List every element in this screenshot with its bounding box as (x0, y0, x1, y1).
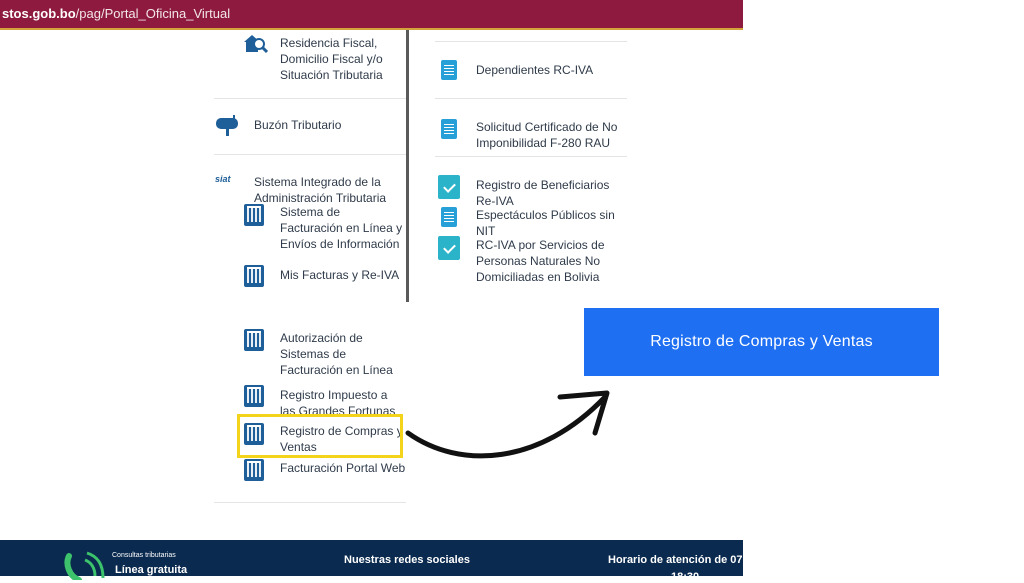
menu-item-espectaculos-publicos[interactable]: Espectáculos Públicos sin NIT (476, 207, 616, 239)
document-icon (244, 459, 264, 481)
menu-item-facturacion-en-linea[interactable]: Sistema de Facturación en Línea y Envíos… (280, 204, 405, 252)
menu-item-dependientes-rc-iva[interactable]: Dependientes RC-IVA (476, 62, 593, 78)
divider (435, 156, 627, 157)
url-text[interactable]: stos.gob.bo/pag/Portal_Oficina_Virtual (2, 6, 230, 21)
document-icon (244, 265, 264, 287)
document-icon (244, 329, 264, 351)
divider (435, 98, 627, 99)
checklist-icon (438, 236, 460, 260)
house-search-icon (244, 35, 268, 54)
divider (214, 98, 406, 99)
document-icon (244, 385, 264, 407)
menu-item-rc-iva-servicios[interactable]: RC-IVA por Servicios de Personas Natural… (476, 237, 626, 285)
menu-item-buzon-tributario[interactable]: Buzón Tributario (254, 117, 341, 133)
menu-item-autorizacion-sistemas[interactable]: Autorización de Sistemas de Facturación … (280, 330, 408, 378)
horario-time: 18:30 (671, 571, 700, 583)
curved-arrow-icon (405, 390, 610, 459)
divider (214, 502, 406, 503)
browser-address-bar[interactable]: stos.gob.bo/pag/Portal_Oficina_Virtual (0, 0, 743, 30)
horario-label: Horario de atención de 07: (608, 554, 747, 566)
certificate-icon (441, 207, 457, 227)
divider (214, 154, 406, 155)
menu-item-siat[interactable]: Sistema Integrado de la Administración T… (254, 174, 394, 206)
consultas-label: Consultas tributarias (112, 552, 176, 559)
menu-item-facturacion-portal-web[interactable]: Facturación Portal Web (280, 460, 405, 476)
menu-item-certificado-no-imponibilidad[interactable]: Solicitud Certificado de No Imponibilida… (476, 119, 626, 151)
mailbox-icon (216, 115, 238, 136)
site-footer: Consultas tributarias Línea gratuita Nue… (0, 540, 747, 583)
column-divider (406, 30, 409, 302)
divider (435, 41, 627, 42)
redes-sociales-label: Nuestras redes sociales (344, 554, 470, 566)
menu-item-mis-facturas[interactable]: Mis Facturas y Re-IVA (280, 267, 399, 283)
siat-logo: siat (215, 174, 231, 184)
document-icon (244, 204, 264, 226)
linea-gratuita-label[interactable]: Línea gratuita (115, 564, 187, 576)
highlight-box (237, 414, 403, 458)
checklist-icon (438, 175, 460, 199)
certificate-icon (441, 119, 457, 139)
form-icon (441, 60, 457, 80)
menu-item-beneficiarios-re-iva[interactable]: Registro de Beneficiarios Re-IVA (476, 177, 628, 209)
menu-item-residencia-fiscal[interactable]: Residencia Fiscal, Domicilio Fiscal y/o … (280, 35, 390, 83)
registro-compras-ventas-button[interactable]: Registro de Compras y Ventas (584, 308, 939, 376)
